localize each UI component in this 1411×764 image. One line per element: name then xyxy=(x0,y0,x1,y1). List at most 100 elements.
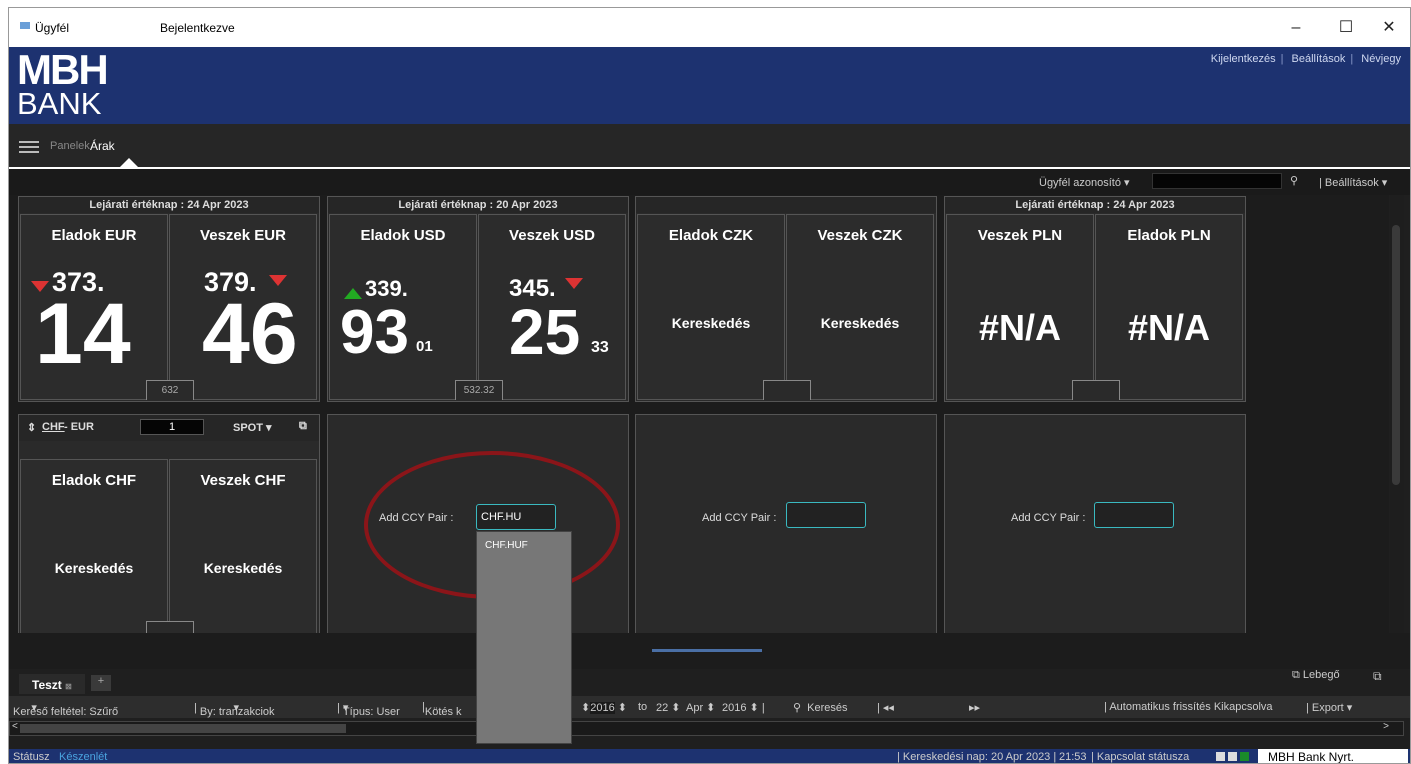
sell-chf-button[interactable]: Eladok CHF Kereskedés xyxy=(20,459,168,637)
logout-link[interactable]: Kijelentkezés xyxy=(1206,53,1281,65)
auto-refresh-toggle[interactable]: | Automatikus frissítés Kikapcsolva xyxy=(1104,701,1273,713)
trade-label: Kereskedés xyxy=(671,315,751,331)
add-ccy-label: Add CCY Pair : xyxy=(702,512,777,524)
scroll-right-icon[interactable]: > xyxy=(1383,721,1389,732)
kotes-filter[interactable]: | Kötés k xyxy=(422,701,462,718)
spread xyxy=(1072,380,1120,400)
add-ccy-input[interactable] xyxy=(786,502,866,528)
day-to[interactable]: 22 ⬍ xyxy=(656,701,681,714)
conn-indicator-2 xyxy=(1228,752,1237,761)
price-big: 93 xyxy=(340,298,409,367)
price-tile-usd: Lejárati értéknap : 20 Apr 2023 Eladok U… xyxy=(327,196,629,402)
scroll-thumb[interactable] xyxy=(20,724,346,733)
buy-chf-button[interactable]: Veszek CHF Kereskedés xyxy=(169,459,317,637)
amount-input[interactable]: 1 xyxy=(140,419,204,435)
minimize-button[interactable]: – xyxy=(1274,16,1318,40)
filter-settings[interactable]: | Beállítások ▾ xyxy=(1319,176,1387,189)
spread: 632 xyxy=(146,380,194,400)
vertical-scrollbar[interactable] xyxy=(1390,195,1404,633)
popout-icon[interactable]: ⧉ xyxy=(1373,669,1382,684)
by-dropdown[interactable]: | By: tranzakciok ▾ xyxy=(194,701,275,718)
type-dropdown[interactable]: | Típus: User ▾ xyxy=(337,701,400,718)
nav-arak[interactable]: Árak xyxy=(90,139,115,153)
buy-czk-button[interactable]: Veszek CZK Kereskedés xyxy=(786,214,934,400)
ccy-suggestion-dropdown[interactable]: CHF.HUF xyxy=(476,531,572,744)
search-button[interactable]: ⚲ Keresés xyxy=(793,701,848,714)
client-id-dropdown[interactable]: Ügyfél azonosító ▾ xyxy=(1039,176,1130,189)
status-label: Státusz xyxy=(13,751,50,763)
trade-label: Kereskedés xyxy=(820,315,900,331)
year-from[interactable]: ⬍2016 ⬍ xyxy=(581,701,627,714)
pair-base-link[interactable]: CHF xyxy=(42,421,65,433)
add-ccy-label: Add CCY Pair : xyxy=(1011,512,1086,524)
scroll-thumb[interactable] xyxy=(1392,225,1400,485)
value-date: Lejárati értéknap : 24 Apr 2023 xyxy=(19,197,319,213)
chf-tile-header: ⇕ CHF - EUR 1 SPOT ▾ ⧉ xyxy=(19,415,319,441)
search-criteria-dropdown[interactable]: Kereső feltétel: Szűrő ▾ xyxy=(13,701,118,718)
maximize-button[interactable]: ☐ xyxy=(1324,16,1368,40)
add-tab-button[interactable]: + xyxy=(91,675,111,691)
bank-name: MBH Bank Nyrt. xyxy=(1258,749,1408,763)
month-to[interactable]: Apr ⬍ xyxy=(686,701,715,714)
pair-quote: - EUR xyxy=(64,421,94,433)
tenor-dropdown[interactable]: SPOT ▾ xyxy=(233,421,272,434)
price-na: #N/A xyxy=(978,307,1062,348)
prev-page-button[interactable]: | ◂◂ xyxy=(877,701,894,714)
nav-panelek[interactable]: Panelek xyxy=(50,140,90,152)
trade-day: | Kereskedési nap: 20 Apr 2023 | xyxy=(897,751,1057,763)
splitter-grip[interactable] xyxy=(652,649,762,652)
price-tile-eur: Lejárati értéknap : 24 Apr 2023 Eladok E… xyxy=(18,196,320,402)
conn-indicator-1 xyxy=(1216,752,1225,761)
close-button[interactable]: ✕ xyxy=(1367,16,1410,40)
year-to[interactable]: 2016 ⬍ | xyxy=(722,701,765,714)
title-bar: Ügyfél Bejelentkezve – ☐ ✕ xyxy=(9,8,1410,47)
price-big: 14 xyxy=(35,286,131,382)
price-tile-pln: Lejárati értéknap : 24 Apr 2023 Veszek P… xyxy=(944,196,1246,402)
buy-usd-button[interactable]: Veszek USD 345. 25 33 xyxy=(478,214,626,400)
bottom-toolbar: Kereső feltétel: Szűrő ▾ | By: tranzakci… xyxy=(9,696,1410,718)
sell-czk-button[interactable]: Eladok CZK Kereskedés xyxy=(637,214,785,400)
trade-label: Kereskedés xyxy=(54,560,134,576)
active-nav-indicator xyxy=(120,158,138,167)
client-id-input[interactable] xyxy=(1152,173,1282,189)
swap-icon[interactable]: ⇕ xyxy=(27,421,36,434)
to-label: to xyxy=(638,701,648,713)
export-dropdown[interactable]: | Export ▾ xyxy=(1306,701,1352,714)
value-date xyxy=(636,197,936,213)
float-button[interactable]: ⧉ Lebegő xyxy=(1292,669,1340,682)
status-value: Készenlét xyxy=(59,751,108,763)
splitter[interactable] xyxy=(9,633,1410,669)
buy-eur-button[interactable]: Veszek EUR 379. 46 xyxy=(169,214,317,400)
price-big: 46 xyxy=(202,286,298,382)
filter-bar: Ügyfél azonosító ▾ ⚲ | Beállítások ▾ xyxy=(9,169,1410,195)
top-links: Kijelentkezés | Beállítások | Névjegy xyxy=(1206,53,1406,65)
buy-pln-button[interactable]: Veszek PLN #N/A xyxy=(946,214,1094,400)
sell-pln-button[interactable]: Eladok PLN #N/A xyxy=(1095,214,1243,400)
conn-indicator-3 xyxy=(1240,752,1249,761)
trade-label: Kereskedés xyxy=(203,560,283,576)
next-page-button[interactable]: ▸▸ xyxy=(969,701,980,714)
app-window: Ügyfél Bejelentkezve – ☐ ✕ MBH BANK Kije… xyxy=(8,7,1411,764)
price-pips: 33 xyxy=(591,339,609,356)
down-arrow-icon xyxy=(565,278,583,289)
horizontal-scrollbar[interactable]: < > xyxy=(9,721,1404,736)
sell-eur-button[interactable]: Eladok EUR 373. 14 xyxy=(20,214,168,400)
suggestion-option[interactable]: CHF.HUF xyxy=(485,540,528,551)
sell-usd-button[interactable]: Eladok USD 339. 93 01 xyxy=(329,214,477,400)
connection-label: | Kapcsolat státusza xyxy=(1091,751,1190,763)
add-ccy-input[interactable] xyxy=(1094,502,1174,528)
menu-icon[interactable] xyxy=(19,141,39,153)
settings-link[interactable]: Beállítások xyxy=(1287,53,1351,65)
search-icon[interactable]: ⚲ xyxy=(1290,174,1298,187)
status-bar: Státusz Készenlét | Kereskedési nap: 20 … xyxy=(9,749,1410,763)
price-big: 25 xyxy=(509,296,581,368)
detach-icon[interactable]: ⧉ xyxy=(299,420,307,433)
price-tile-chf: ⇕ CHF - EUR 1 SPOT ▾ ⧉ Eladok CHF Keresk… xyxy=(18,414,320,641)
price-na: #N/A xyxy=(1127,307,1211,348)
value-date: Lejárati értéknap : 24 Apr 2023 xyxy=(945,197,1245,213)
header-banner xyxy=(9,47,1410,124)
tab-teszt[interactable]: Teszt ⊠ xyxy=(19,674,85,694)
scroll-left-icon[interactable]: < xyxy=(12,721,18,732)
about-link[interactable]: Névjegy xyxy=(1356,53,1406,65)
clock: 21:53 xyxy=(1059,751,1087,763)
